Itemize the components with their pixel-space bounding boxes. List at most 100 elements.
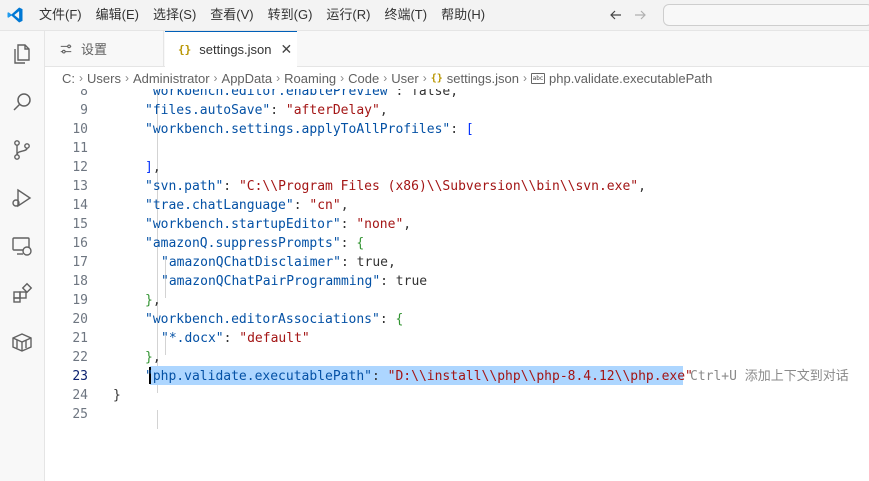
line-number: 15 <box>72 217 88 232</box>
breadcrumb-item[interactable]: Administrator <box>133 71 210 86</box>
line-number: 13 <box>72 179 88 194</box>
line-number: 14 <box>72 198 88 213</box>
code-line: 19}, <box>45 291 869 310</box>
code-text: "trae.chatLanguage": "cn", <box>145 198 349 213</box>
json-braces-icon: {} <box>430 72 443 84</box>
breadcrumb-item[interactable]: Roaming <box>284 71 336 86</box>
breadcrumb-item[interactable]: AppData <box>222 71 273 86</box>
command-center-search[interactable] <box>663 4 869 26</box>
chevron-right-icon: › <box>276 71 281 85</box>
line-number: 8 <box>80 89 88 99</box>
line-number: 20 <box>72 312 88 327</box>
code-line: 12], <box>45 158 869 177</box>
line-number: 9 <box>80 103 88 118</box>
code-line: 10 "workbench.settings.applyToAllProfiles… <box>45 120 869 139</box>
line-number: 17 <box>72 255 88 270</box>
title-bar: 文件(F) 编辑(E) 选择(S) 查看(V) 转到(G) 运行(R) 终端(T… <box>0 0 869 31</box>
breadcrumb: C: › Users › Administrator › AppData › R… <box>45 67 869 89</box>
code-text: ], <box>145 160 161 175</box>
menu-file[interactable]: 文件(F) <box>32 0 89 30</box>
menu-edit[interactable]: 编辑(E) <box>89 0 146 30</box>
code-line: 16 "amazonQ.suppressPrompts": { <box>45 234 869 253</box>
close-icon[interactable]: ✕ <box>281 41 293 58</box>
code-text: }, <box>145 350 161 365</box>
line-number: 12 <box>72 160 88 175</box>
line-number: 19 <box>72 293 88 308</box>
line-number: 10 <box>72 122 88 137</box>
line-number: 21 <box>72 331 88 346</box>
chevron-right-icon: › <box>340 71 345 85</box>
line-number: 18 <box>72 274 88 289</box>
breadcrumb-item[interactable]: C: <box>62 71 75 86</box>
code-line: 11 <box>45 139 869 158</box>
line-number: 25 <box>72 407 88 422</box>
breadcrumb-item[interactable]: php.validate.executablePath <box>549 71 712 86</box>
menu-run[interactable]: 运行(R) <box>319 0 377 30</box>
run-debug-icon[interactable] <box>7 183 37 213</box>
code-line: 25 <box>45 405 869 424</box>
code-text: "workbench.editor.enablePreview": false, <box>145 89 459 99</box>
code-line: 24} <box>45 386 869 405</box>
explorer-files-icon[interactable] <box>7 39 37 69</box>
chevron-right-icon: › <box>124 71 129 85</box>
chevron-right-icon: › <box>213 71 218 85</box>
code-text: "workbench.settings.applyToAllProfiles":… <box>145 122 474 137</box>
extensions-icon[interactable] <box>7 279 37 309</box>
code-text: "*.docx": "default" <box>161 331 310 346</box>
code-text: }, <box>145 293 161 308</box>
code-text: "svn.path": "C:\\Program Files (x86)\\Su… <box>145 179 646 194</box>
menu-bar: 文件(F) 编辑(E) 选择(S) 查看(V) 转到(G) 运行(R) 终端(T… <box>32 0 492 30</box>
code-line: 17 "amazonQChatDisclaimer": true, <box>45 253 869 272</box>
code-line: 20 "workbench.editorAssociations": { <box>45 310 869 329</box>
breadcrumb-item[interactable]: User <box>391 71 418 86</box>
remote-explorer-icon[interactable] <box>7 231 37 261</box>
code-line: 14 "trae.chatLanguage": "cn", <box>45 196 869 215</box>
code-text: "workbench.editorAssociations": { <box>145 312 404 327</box>
chevron-right-icon: › <box>383 71 388 85</box>
line-number: 11 <box>72 141 88 156</box>
menu-selection[interactable]: 选择(S) <box>146 0 203 30</box>
property-symbol-icon: abc <box>531 72 545 84</box>
line-number: 16 <box>72 236 88 251</box>
hint-shortcut: Ctrl+U <box>690 369 745 384</box>
tab-label: settings.json <box>199 42 272 57</box>
breadcrumb-item[interactable]: Code <box>348 71 379 86</box>
json-braces-icon: {} <box>178 43 192 56</box>
menu-go[interactable]: 转到(G) <box>261 0 320 30</box>
inline-chat-hint[interactable]: Ctrl+U 添加上下文到对话 <box>690 367 849 386</box>
menu-terminal[interactable]: 终端(T) <box>377 0 434 30</box>
code-text: "amazonQ.suppressPrompts": { <box>145 236 365 251</box>
code-line: 13 "svn.path": "C:\\Program Files (x86)\\… <box>45 177 869 196</box>
code-line: 9 "files.autoSave": "afterDelay", <box>45 101 869 120</box>
menu-help[interactable]: 帮助(H) <box>434 0 492 30</box>
line-number: 24 <box>72 388 88 403</box>
hint-text: 添加上下文到对话 <box>744 369 849 384</box>
editor-tab-bar: 设置 {} settings.json ✕ <box>45 31 869 67</box>
package-box-icon[interactable] <box>7 327 37 357</box>
code-line: 23 "php.validate.executablePath": "D:\\in… <box>45 367 869 386</box>
vscode-logo-icon <box>0 0 30 30</box>
source-control-icon[interactable] <box>7 135 37 165</box>
navigation-arrows <box>604 0 652 30</box>
chevron-right-icon: › <box>422 71 427 85</box>
code-editor[interactable]: 8 "workbench.editor.enablePreview": false… <box>45 89 869 481</box>
line-number: 22 <box>72 350 88 365</box>
code-line: 8 "workbench.editor.enablePreview": false… <box>45 89 869 101</box>
code-text: "amazonQChatDisclaimer": true, <box>161 255 396 270</box>
settings-gear-icon <box>59 42 73 56</box>
tab-label: 设置 <box>81 42 108 57</box>
menu-view[interactable]: 查看(V) <box>203 0 260 30</box>
tab-settings[interactable]: 设置 <box>45 31 164 66</box>
chevron-right-icon: › <box>79 71 83 85</box>
code-line: 22}, <box>45 348 869 367</box>
breadcrumb-item[interactable]: Users <box>87 71 121 86</box>
back-arrow-icon[interactable] <box>604 3 628 27</box>
tab-settings-json[interactable]: {} settings.json ✕ <box>165 31 297 67</box>
code-text: } <box>113 388 121 403</box>
code-text: "php.validate.executablePath": "D:\\inst… <box>145 369 693 384</box>
code-text: "workbench.startupEditor": "none", <box>145 217 412 232</box>
code-line: 15 "workbench.startupEditor": "none", <box>45 215 869 234</box>
search-icon[interactable] <box>7 87 37 117</box>
breadcrumb-item[interactable]: settings.json <box>447 71 519 86</box>
forward-arrow-icon[interactable] <box>628 3 652 27</box>
